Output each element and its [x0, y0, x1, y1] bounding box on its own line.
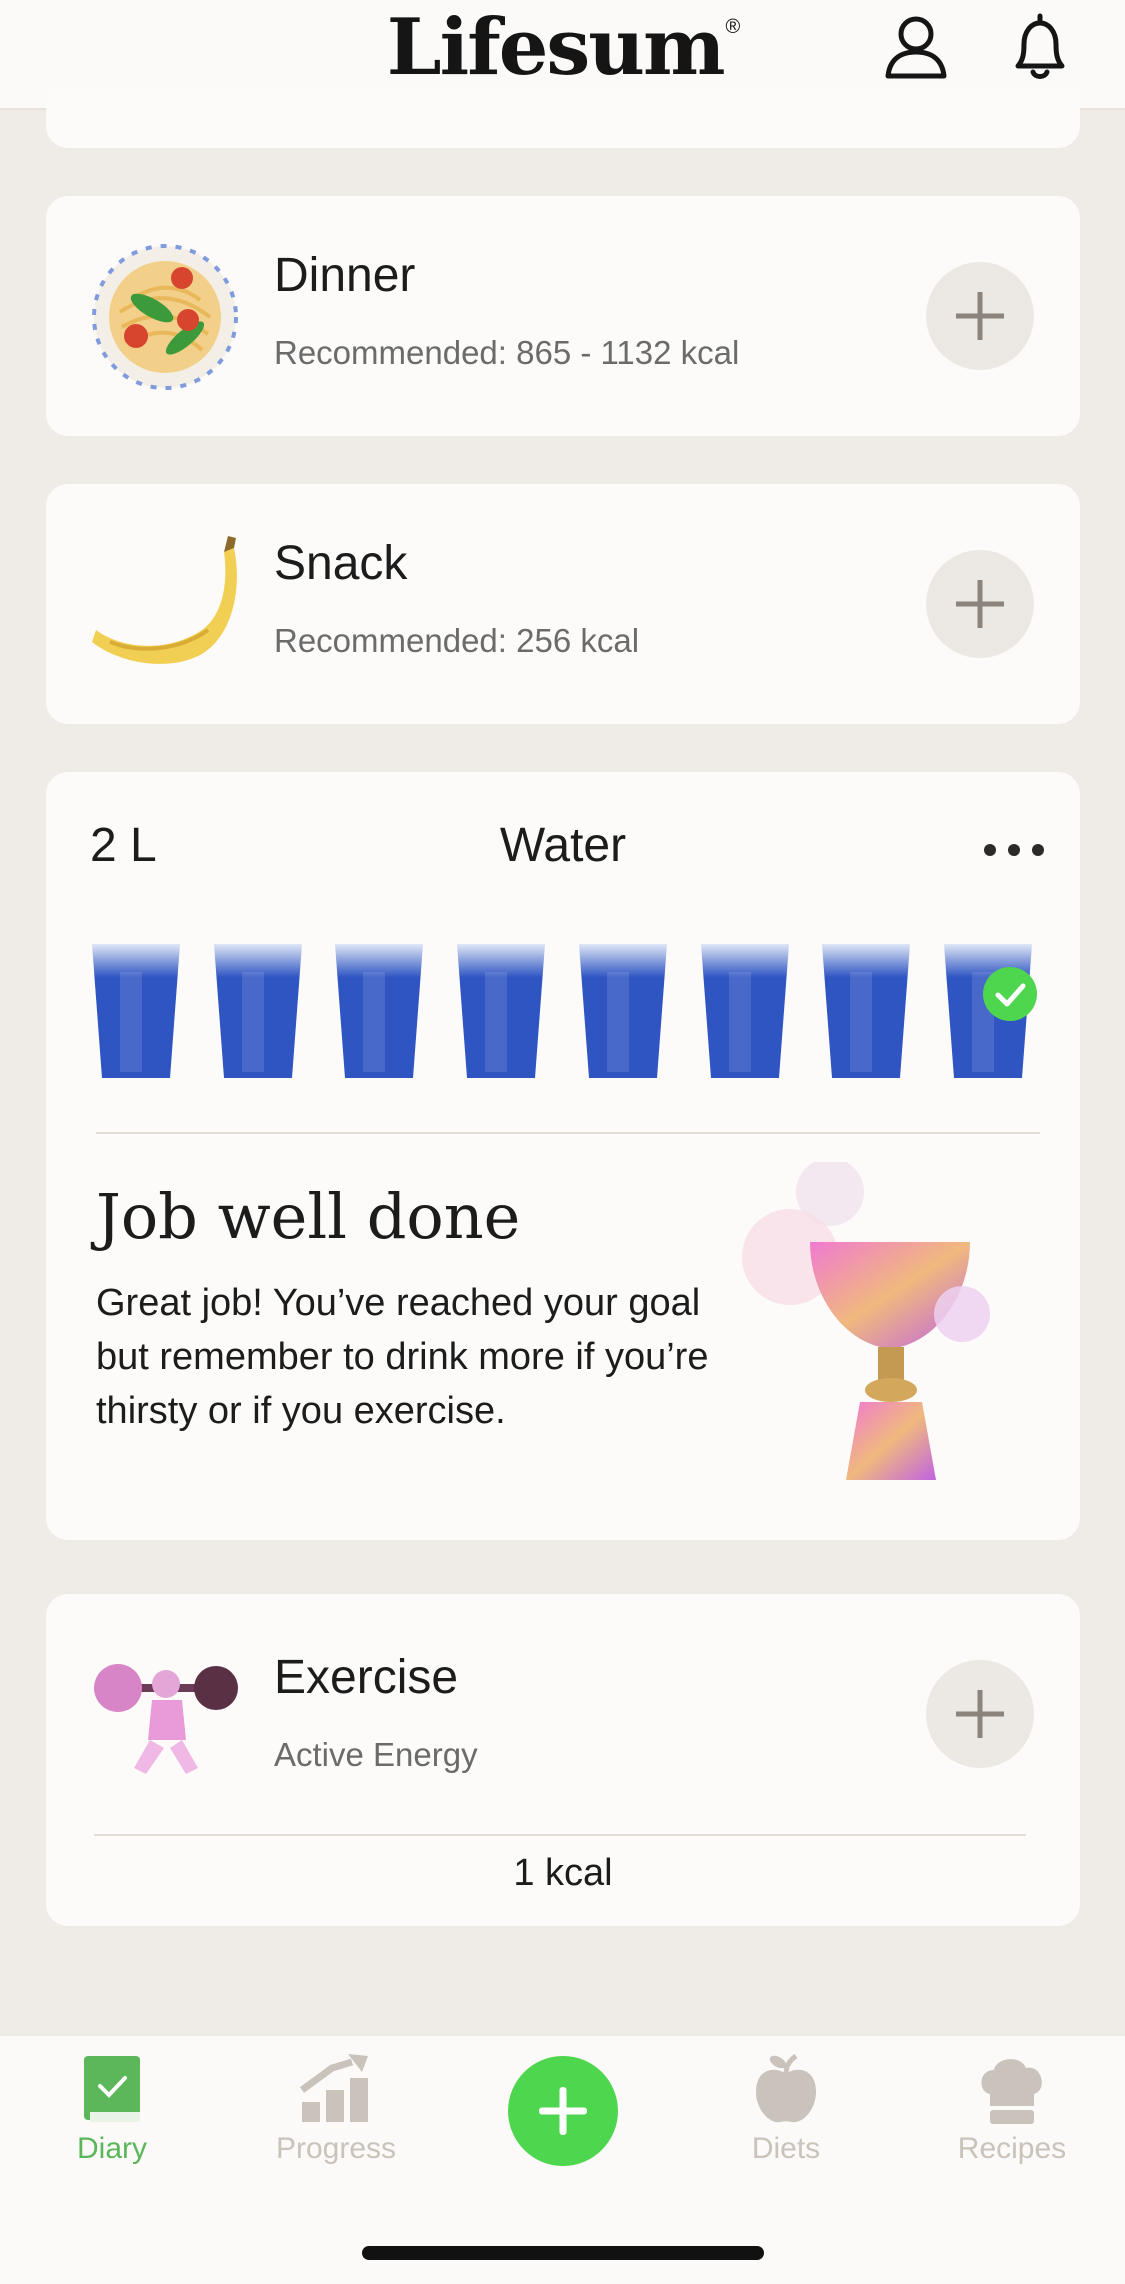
- exercise-title: Exercise: [274, 1651, 459, 1704]
- nav-recipes[interactable]: Recipes: [932, 2054, 1092, 2166]
- water-title: Water: [499, 819, 627, 872]
- divider: [94, 1834, 1026, 1836]
- divider: [96, 1132, 1040, 1134]
- apple-icon: [756, 2054, 816, 2123]
- more-options-icon[interactable]: [984, 844, 1044, 856]
- nav-progress[interactable]: Progress: [256, 2054, 416, 2166]
- profile-icon[interactable]: [880, 10, 952, 82]
- add-exercise-button[interactable]: [926, 1660, 1034, 1768]
- pasta-plate-image: [92, 244, 238, 390]
- add-snack-button[interactable]: [926, 550, 1034, 658]
- bottom-nav: Diary Progress Diets Recipes: [0, 2036, 1125, 2284]
- nav-label: Recipes: [957, 2132, 1067, 2165]
- bell-icon[interactable]: [1004, 10, 1076, 82]
- water-glass-icon[interactable]: [455, 942, 547, 1082]
- trophy-image: [742, 1162, 990, 1480]
- water-glass-icon[interactable]: [820, 942, 912, 1082]
- nav-diets[interactable]: Diets: [706, 2054, 866, 2166]
- water-glass-icon[interactable]: [333, 942, 425, 1082]
- previous-meal-card: [46, 90, 1080, 148]
- add-dinner-button[interactable]: [926, 262, 1034, 370]
- meal-recommendation: Recommended: 256 kcal: [274, 622, 640, 659]
- meal-title: Snack: [274, 537, 408, 590]
- water-tracker-card: 2 L Water Job well done Great job! You’v…: [46, 772, 1080, 1540]
- nav-label: Diary: [76, 2132, 147, 2165]
- weightlifter-image: [94, 1664, 238, 1774]
- meal-card-snack[interactable]: Snack Recommended: 256 kcal: [46, 484, 1080, 724]
- nav-label: Progress: [275, 2132, 397, 2165]
- nav-label: Diets: [751, 2132, 821, 2165]
- meal-recommendation: Recommended: 865 - 1132 kcal: [274, 334, 740, 371]
- exercise-kcal: 1 kcal: [513, 1852, 613, 1894]
- exercise-card[interactable]: Exercise Active Energy 1 kcal: [46, 1594, 1080, 1926]
- banana-image: [92, 536, 237, 664]
- progress-icon: [299, 2054, 368, 2122]
- done-message: Great job! You’ve reached your goal but …: [96, 1282, 709, 1432]
- quick-add-button[interactable]: [508, 2056, 618, 2166]
- nav-diary[interactable]: Diary: [32, 2054, 192, 2166]
- water-glasses: [90, 942, 1040, 1082]
- meal-card-dinner[interactable]: Dinner Recommended: 865 - 1132 kcal: [46, 196, 1080, 436]
- check-icon: [982, 967, 1037, 1021]
- home-indicator: [362, 2246, 764, 2260]
- water-glass-icon[interactable]: [90, 942, 182, 1082]
- water-glass-icon[interactable]: [212, 942, 304, 1082]
- done-title: Job well done: [96, 1180, 521, 1253]
- chef-hat-icon: [981, 2059, 1042, 2124]
- diary-icon: [84, 2056, 140, 2122]
- meal-title: Dinner: [274, 249, 416, 302]
- water-glass-icon[interactable]: [699, 942, 791, 1082]
- water-glass-icon[interactable]: [577, 942, 669, 1082]
- app-logo: Lifesum ®: [386, 2, 741, 93]
- exercise-subtitle: Active Energy: [274, 1736, 478, 1773]
